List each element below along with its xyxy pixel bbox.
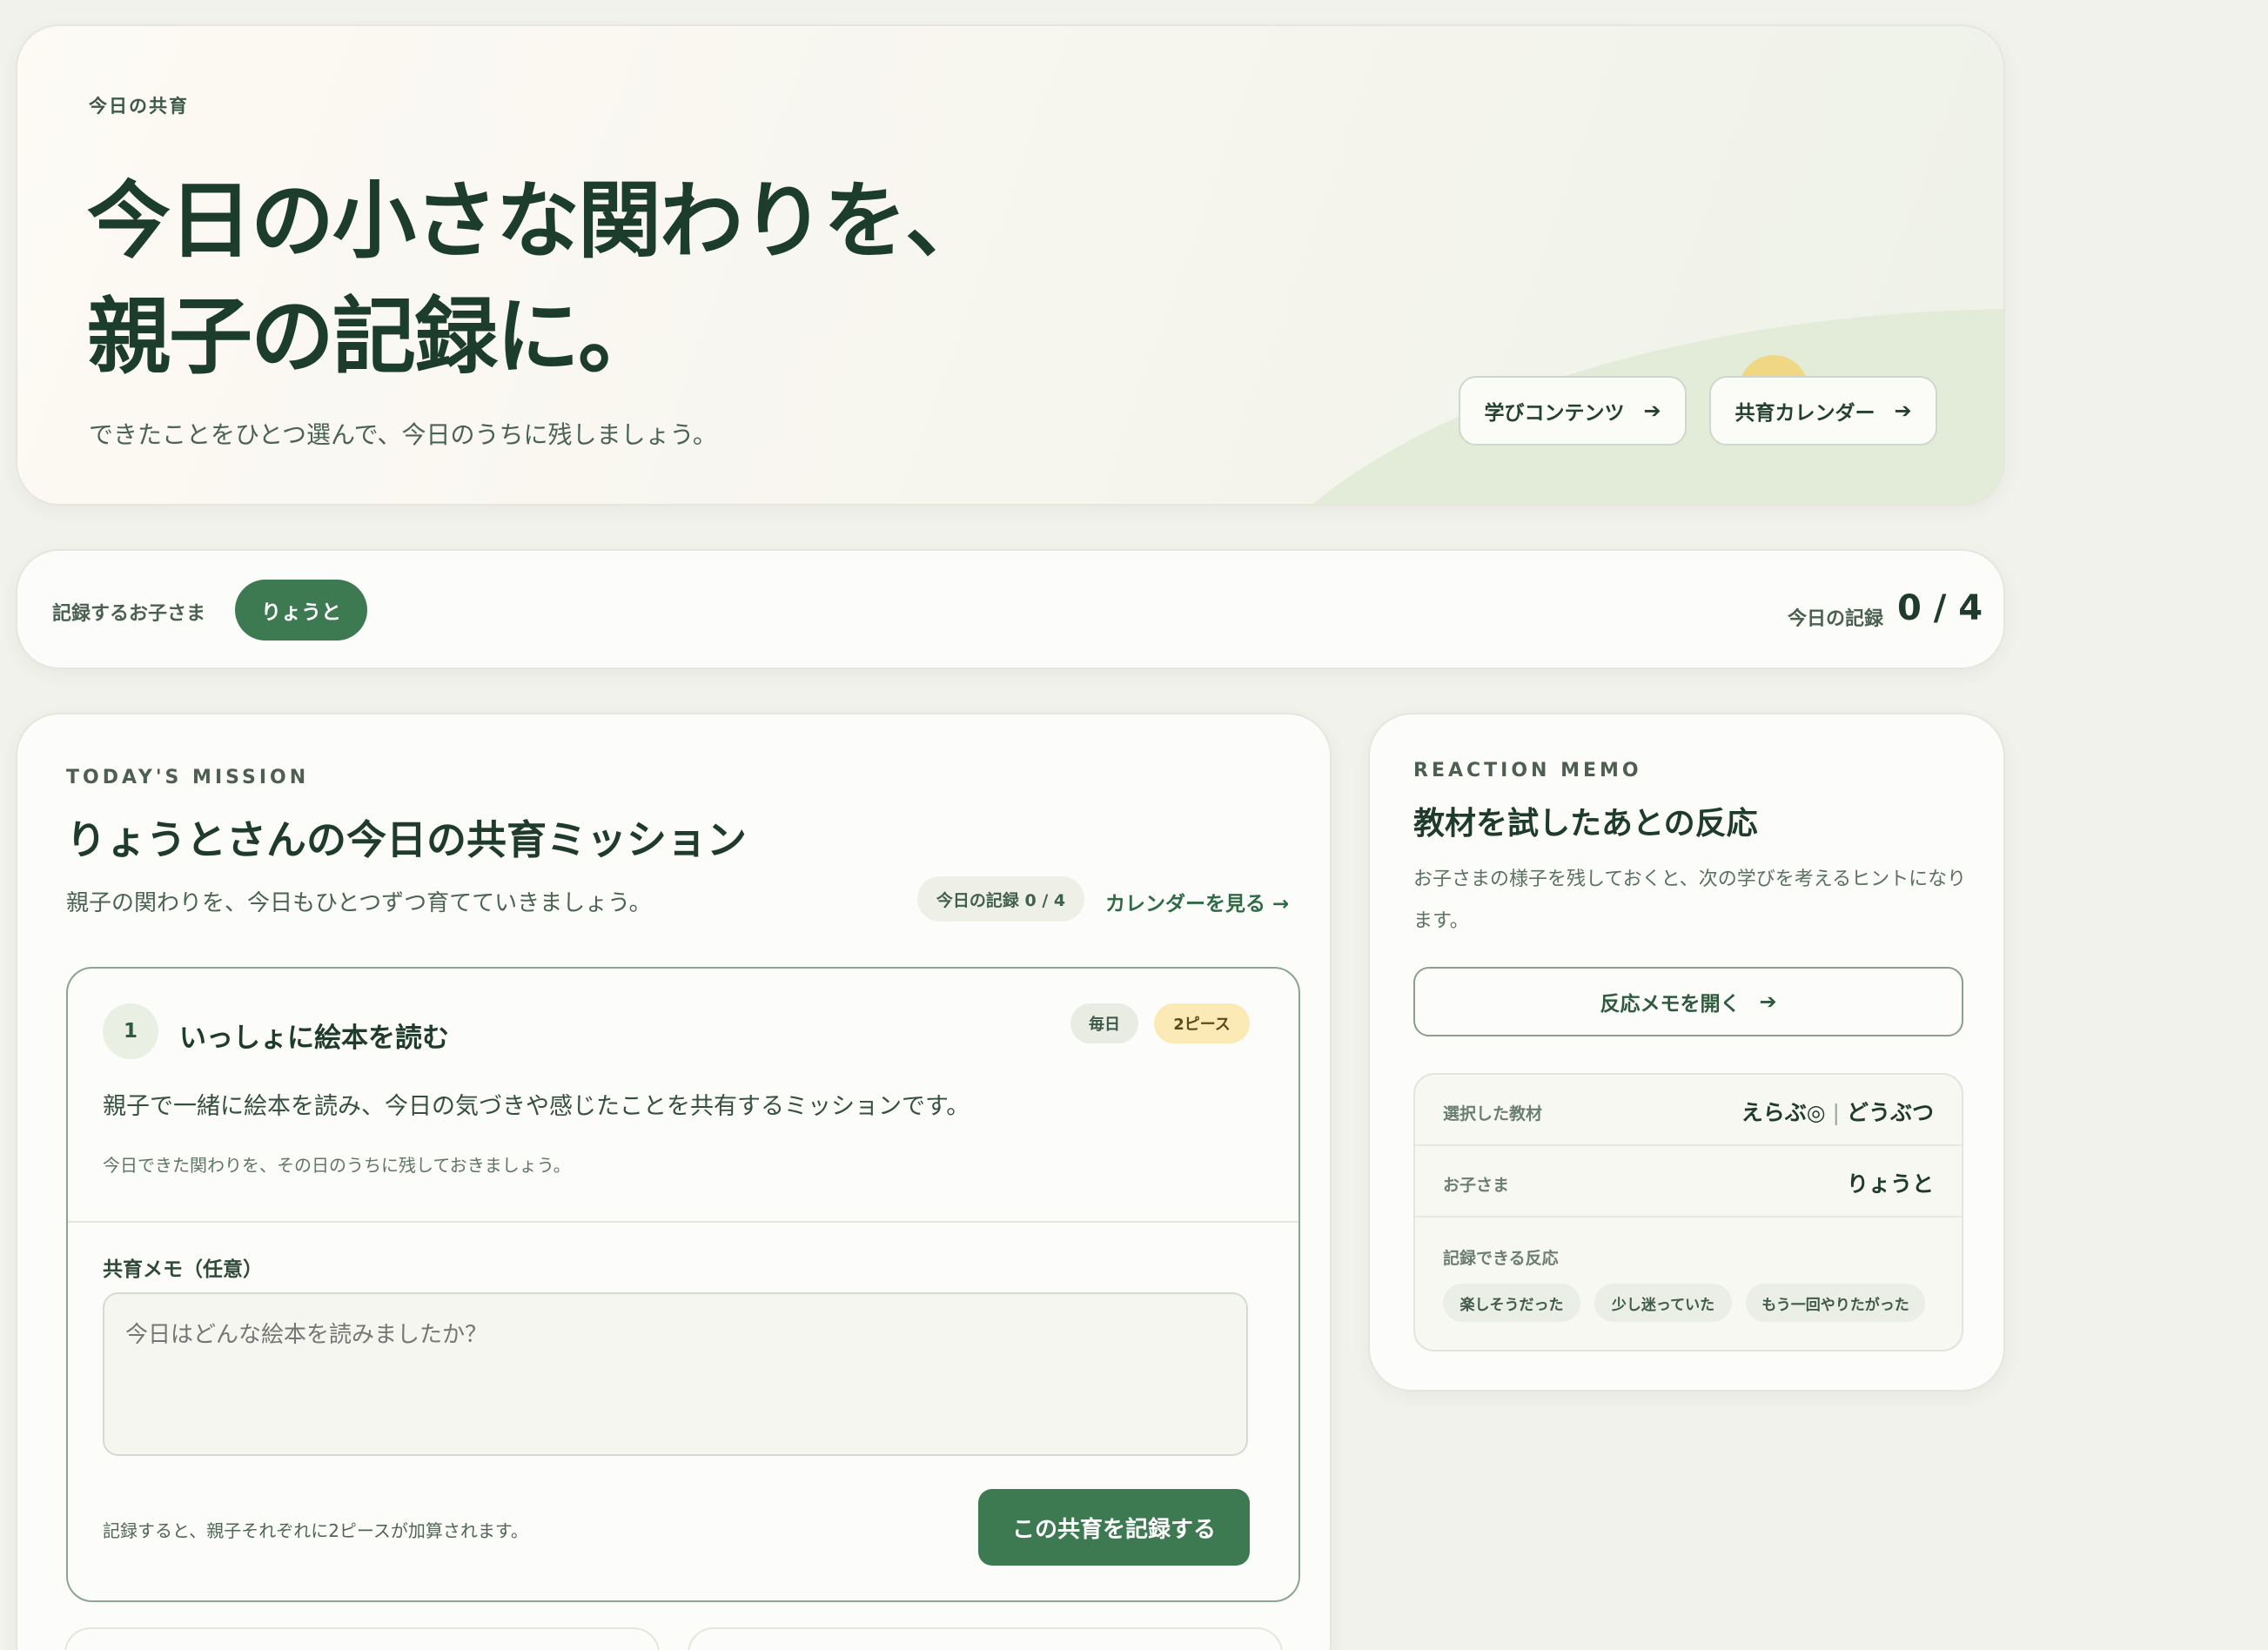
selected-material-name: えらぶ◎ bbox=[1741, 1100, 1826, 1125]
hero-eyebrow: 今日の共育 bbox=[89, 96, 189, 117]
child-chip-ryoto[interactable]: りょうと bbox=[235, 580, 367, 641]
calendar-button-label: 共育カレンダー bbox=[1735, 402, 1875, 425]
record-footer-note: 記録すると、親子それぞれに2ピースが加算されます。 bbox=[103, 1520, 528, 1541]
reaction-description: お子さまの様子を残しておくと、次の学びを考えるヒントになります。 bbox=[1413, 869, 1967, 932]
task-number: 1 bbox=[103, 1003, 158, 1059]
reaction-chip: 少し迷っていた bbox=[1594, 1284, 1732, 1322]
reactions-label: 記録できる反応 bbox=[1443, 1249, 1559, 1268]
daily-badge: 毎日 bbox=[1070, 1003, 1138, 1043]
today-record-value: 0 / 4 bbox=[1897, 588, 1983, 628]
task-note: 今日できた関わりを、その日のうちに残しておきましょう。 bbox=[103, 1155, 571, 1176]
mission-subtitle: 親子の関わりを、今日もひとつずつ育てていきましょう。 bbox=[66, 890, 652, 916]
separator: | bbox=[1832, 1100, 1840, 1125]
today-record-label: 今日の記録 bbox=[1788, 608, 1884, 630]
reaction-chip: 楽しそうだった bbox=[1443, 1284, 1580, 1322]
next-task-card bbox=[688, 1627, 1283, 1650]
task-title: いっしょに絵本を読む bbox=[179, 1023, 449, 1054]
pieces-badge: 2ピース bbox=[1154, 1003, 1250, 1043]
reaction-title: 教材を試したあとの反応 bbox=[1413, 806, 1758, 842]
memo-label: 共育メモ（任意） bbox=[103, 1258, 263, 1281]
child-value: りょうと bbox=[1846, 1171, 1934, 1197]
selected-material-category: どうぶつ bbox=[1846, 1100, 1934, 1125]
arrow-right-icon: ➔ bbox=[1894, 399, 1912, 423]
record-count-chip: 今日の記録 0 / 4 bbox=[917, 876, 1084, 922]
record-mission-button[interactable]: この共育を記録する bbox=[978, 1489, 1250, 1566]
page: 今日の共育 今日の小さな関わりを、 親子の記録に。 できたことをひとつ選んで、今… bbox=[0, 0, 2268, 1650]
view-calendar-link[interactable]: カレンダーを見る → bbox=[1105, 887, 1289, 916]
arrow-right-icon: ➔ bbox=[1643, 399, 1661, 423]
mission-eyebrow: TODAY'S MISSION bbox=[66, 767, 310, 788]
task-description: 親子で一緒に絵本を読み、今日の気づきや感じたことを共有するミッションです。 bbox=[103, 1093, 970, 1120]
reaction-eyebrow: REACTION MEMO bbox=[1413, 760, 1642, 781]
child-label: お子さま bbox=[1443, 1176, 1510, 1195]
hero-subtitle: できたことをひとつ選んで、今日のうちに残しましょう。 bbox=[89, 420, 717, 449]
open-reaction-memo-button[interactable]: 反応メモを開く ➔ bbox=[1413, 967, 1963, 1036]
hero-title-line-1: 今日の小さな関わりを、 bbox=[87, 172, 989, 270]
open-reaction-memo-label: 反応メモを開く bbox=[1600, 993, 1741, 1016]
learning-content-label: 学びコンテンツ bbox=[1484, 402, 1625, 425]
mission-card: TODAY'S MISSION りょうとさんの今日の共育ミッション 親子の関わり… bbox=[16, 713, 1332, 1650]
child-selector-bar: 記録するお子さま りょうと 今日の記録 0 / 4 bbox=[16, 549, 2005, 669]
calendar-button[interactable]: 共育カレンダー ➔ bbox=[1709, 376, 1937, 446]
learning-content-button[interactable]: 学びコンテンツ ➔ bbox=[1459, 376, 1687, 446]
memo-textarea[interactable] bbox=[103, 1292, 1248, 1456]
divider bbox=[68, 1221, 1298, 1223]
next-task-card bbox=[64, 1627, 660, 1650]
selected-material-value: えらぶ◎ | どうぶつ bbox=[1741, 1096, 1934, 1127]
hero-banner: 今日の共育 今日の小さな関わりを、 親子の記録に。 できたことをひとつ選んで、今… bbox=[16, 24, 2005, 506]
selected-material-label: 選択した教材 bbox=[1443, 1104, 1543, 1123]
hero-title-line-2: 親子の記録に。 bbox=[87, 288, 661, 386]
arrow-right-icon: ➔ bbox=[1759, 989, 1777, 1014]
child-selector-label: 記録するお子さま bbox=[52, 603, 206, 625]
mission-task-card: 1 いっしょに絵本を読む 毎日 2ピース 親子で一緒に絵本を読み、今日の気づきや… bbox=[66, 967, 1300, 1602]
reaction-info-panel: 選択した教材 えらぶ◎ | どうぶつ お子さま りょうと 記録できる反応 楽しそうだ… bbox=[1413, 1073, 1963, 1352]
reaction-memo-card: REACTION MEMO 教材を試したあとの反応 お子さまの様子を残しておくと… bbox=[1368, 713, 2005, 1392]
reaction-chip: もう一回やりたがった bbox=[1746, 1284, 1925, 1322]
selected-material-row: 選択した教材 えらぶ◎ | どうぶつ bbox=[1415, 1075, 1962, 1146]
child-row: お子さま りょうと bbox=[1415, 1146, 1962, 1217]
mission-title: りょうとさんの今日の共育ミッション bbox=[66, 816, 747, 863]
hero-title: 今日の小さな関わりを、 親子の記録に。 bbox=[87, 164, 989, 395]
